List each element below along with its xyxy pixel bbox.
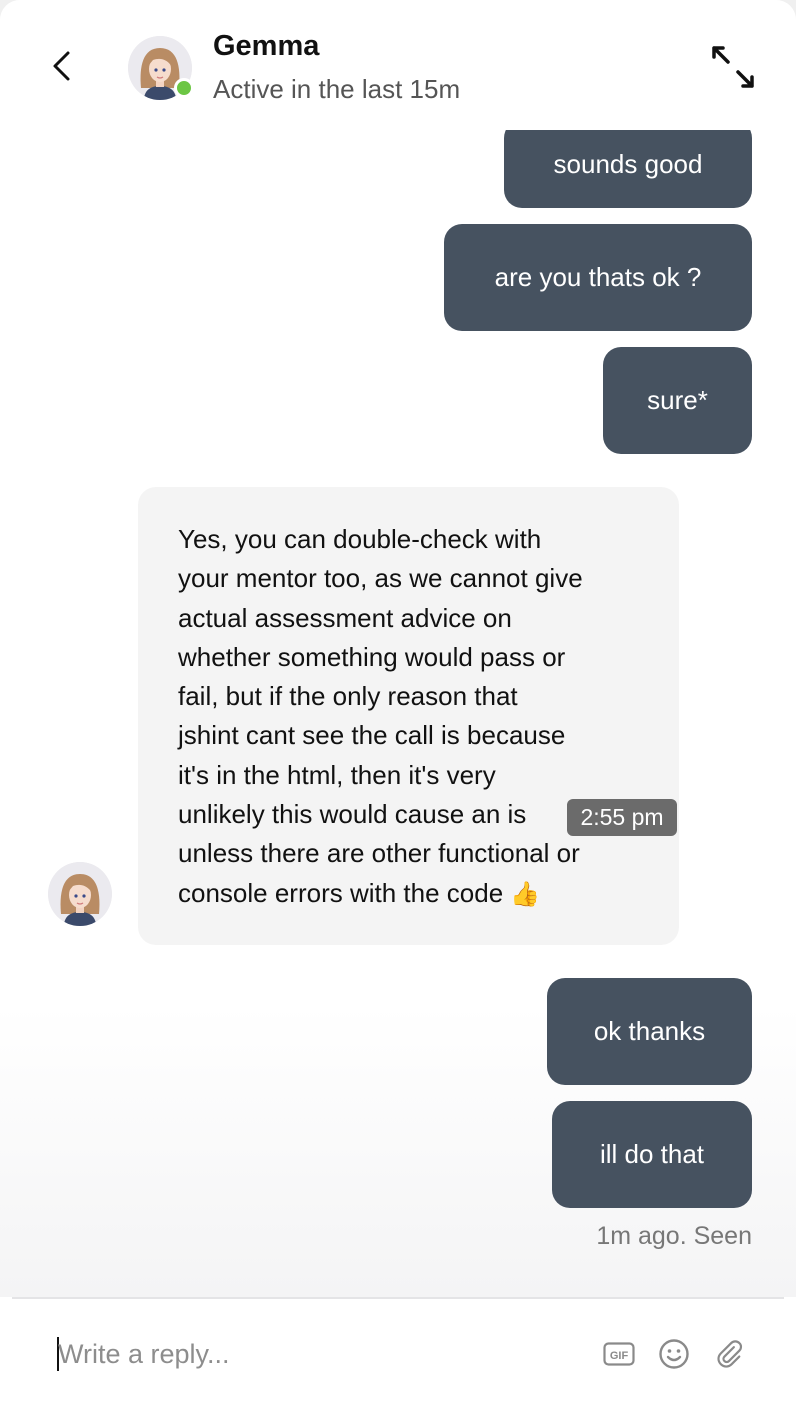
contact-name: Gemma <box>213 30 320 62</box>
reply-composer: GIF <box>0 1299 796 1407</box>
message-line: unless there are other functional or <box>178 838 580 869</box>
attach-button[interactable] <box>712 1337 746 1371</box>
message-bubble-outgoing[interactable]: sure* <box>603 347 752 454</box>
message-text: sounds good <box>553 148 703 179</box>
message-text: ill do that <box>599 1139 705 1169</box>
message-line: actual assessment advice on <box>178 602 512 633</box>
message-bubble-outgoing[interactable]: ill do that <box>552 1101 752 1208</box>
contact-status: Active in the last 15m <box>213 74 461 104</box>
message-line-text: console errors with the code <box>178 877 504 908</box>
message-line: it's in the html, then it's very <box>178 759 496 790</box>
gif-label: GIF <box>610 1350 629 1362</box>
chat-header: Gemma Active in the last 15m <box>0 0 796 130</box>
message-line: jshint cant see the call is because <box>178 720 566 751</box>
contact-avatar-small[interactable] <box>48 862 112 926</box>
message-thread[interactable]: sounds good are you thats ok ? sure* Yes… <box>0 130 796 1297</box>
chat-window: Gemma Active in the last 15m sounds good… <box>0 0 796 1407</box>
avatar-image <box>48 862 112 926</box>
message-bubble-outgoing[interactable]: sounds good <box>504 130 752 208</box>
message-line: your mentor too, as we cannot give <box>178 563 583 594</box>
back-button[interactable] <box>40 44 84 88</box>
message-line: fail, but if the only reason that <box>178 681 518 712</box>
message-bubble-outgoing[interactable]: are you thats ok ? <box>444 224 752 331</box>
message-text: sure* <box>647 385 708 415</box>
chevron-left-icon <box>53 51 70 81</box>
paperclip-icon <box>717 1340 743 1368</box>
emoji-icon <box>659 1339 689 1369</box>
message-line: Yes, you can double-check with <box>178 524 542 554</box>
message-text: ok thanks <box>593 1016 706 1046</box>
reply-input[interactable] <box>58 1329 578 1379</box>
message-bubble-incoming[interactable]: Yes, you can double-check with your ment… <box>138 487 679 945</box>
message-text: are you thats ok ? <box>494 262 702 292</box>
gif-icon: GIF <box>603 1342 635 1366</box>
gif-button[interactable]: GIF <box>602 1337 636 1371</box>
seen-status: 1m ago. Seen <box>596 1222 752 1250</box>
expand-button[interactable] <box>708 42 758 92</box>
expand-arrows-icon <box>712 46 754 88</box>
online-status-dot <box>174 78 194 98</box>
timestamp-tooltip: 2:55 pm <box>567 799 677 836</box>
message-line: console errors with the code 👍 <box>178 874 639 914</box>
thumbs-up-emoji: 👍 <box>510 880 541 908</box>
message-bubble-outgoing[interactable]: ok thanks <box>547 978 752 1085</box>
message-line: whether something would pass or <box>178 641 566 672</box>
emoji-button[interactable] <box>657 1337 691 1371</box>
